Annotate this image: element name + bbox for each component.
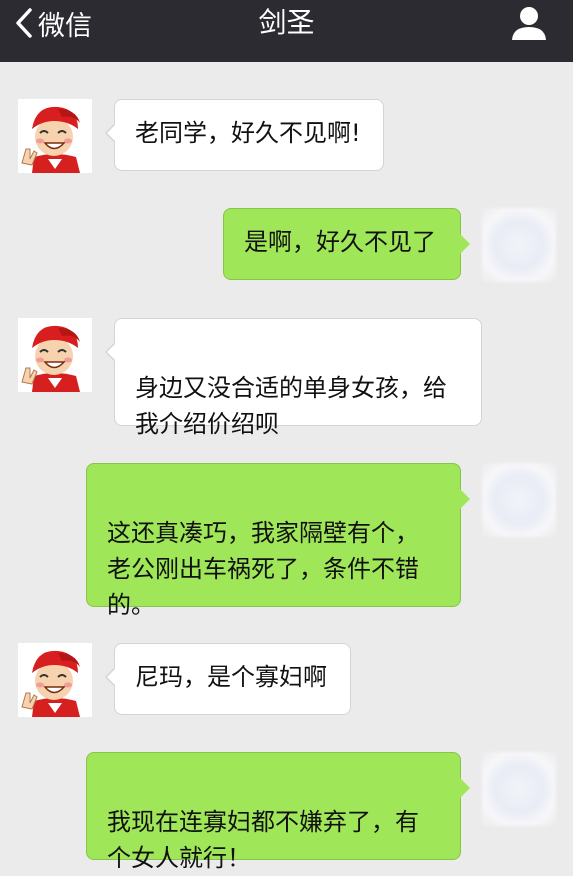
top-navigation-bar: 微信 剑圣 bbox=[0, 0, 573, 62]
message-bubble[interactable]: 这还真凑巧，我家隔壁有个， 老公刚出车祸死了，条件不错 的。 bbox=[86, 463, 470, 619]
contact-avatar[interactable] bbox=[18, 643, 92, 717]
message-text: 老同学，好久不见啊! bbox=[135, 119, 361, 147]
message-text: 是啊，好久不见了 bbox=[244, 228, 436, 256]
chat-info-button[interactable] bbox=[511, 5, 547, 41]
contact-avatar[interactable] bbox=[18, 318, 92, 392]
message-bubble[interactable]: 老同学，好久不见啊! bbox=[105, 99, 384, 171]
message-text: 我现在连寡妇都不嫌弃了，有 个女人就行！ bbox=[107, 808, 419, 872]
message-bubble[interactable]: 身边又没合适的单身女孩，给 我介绍价绍呗 bbox=[105, 318, 482, 438]
chat-title: 剑圣 bbox=[258, 6, 315, 39]
my-avatar[interactable] bbox=[482, 208, 556, 282]
message-text: 身边又没合适的单身女孩，给 我介绍价绍呗 bbox=[135, 374, 447, 438]
message-bubble[interactable]: 尼玛，是个寡妇啊 bbox=[105, 643, 351, 715]
contact-avatar[interactable] bbox=[18, 99, 92, 173]
my-avatar[interactable] bbox=[482, 463, 556, 537]
my-avatar[interactable] bbox=[482, 752, 556, 826]
message-bubble[interactable]: 是啊，好久不见了 bbox=[223, 208, 470, 280]
message-text: 尼玛，是个寡妇啊 bbox=[135, 663, 327, 691]
person-icon bbox=[511, 7, 547, 45]
message-bubble[interactable]: 我现在连寡妇都不嫌弃了，有 个女人就行！ bbox=[86, 752, 470, 872]
message-text: 这还真凑巧，我家隔壁有个， 老公刚出车祸死了，条件不错 的。 bbox=[107, 519, 419, 619]
